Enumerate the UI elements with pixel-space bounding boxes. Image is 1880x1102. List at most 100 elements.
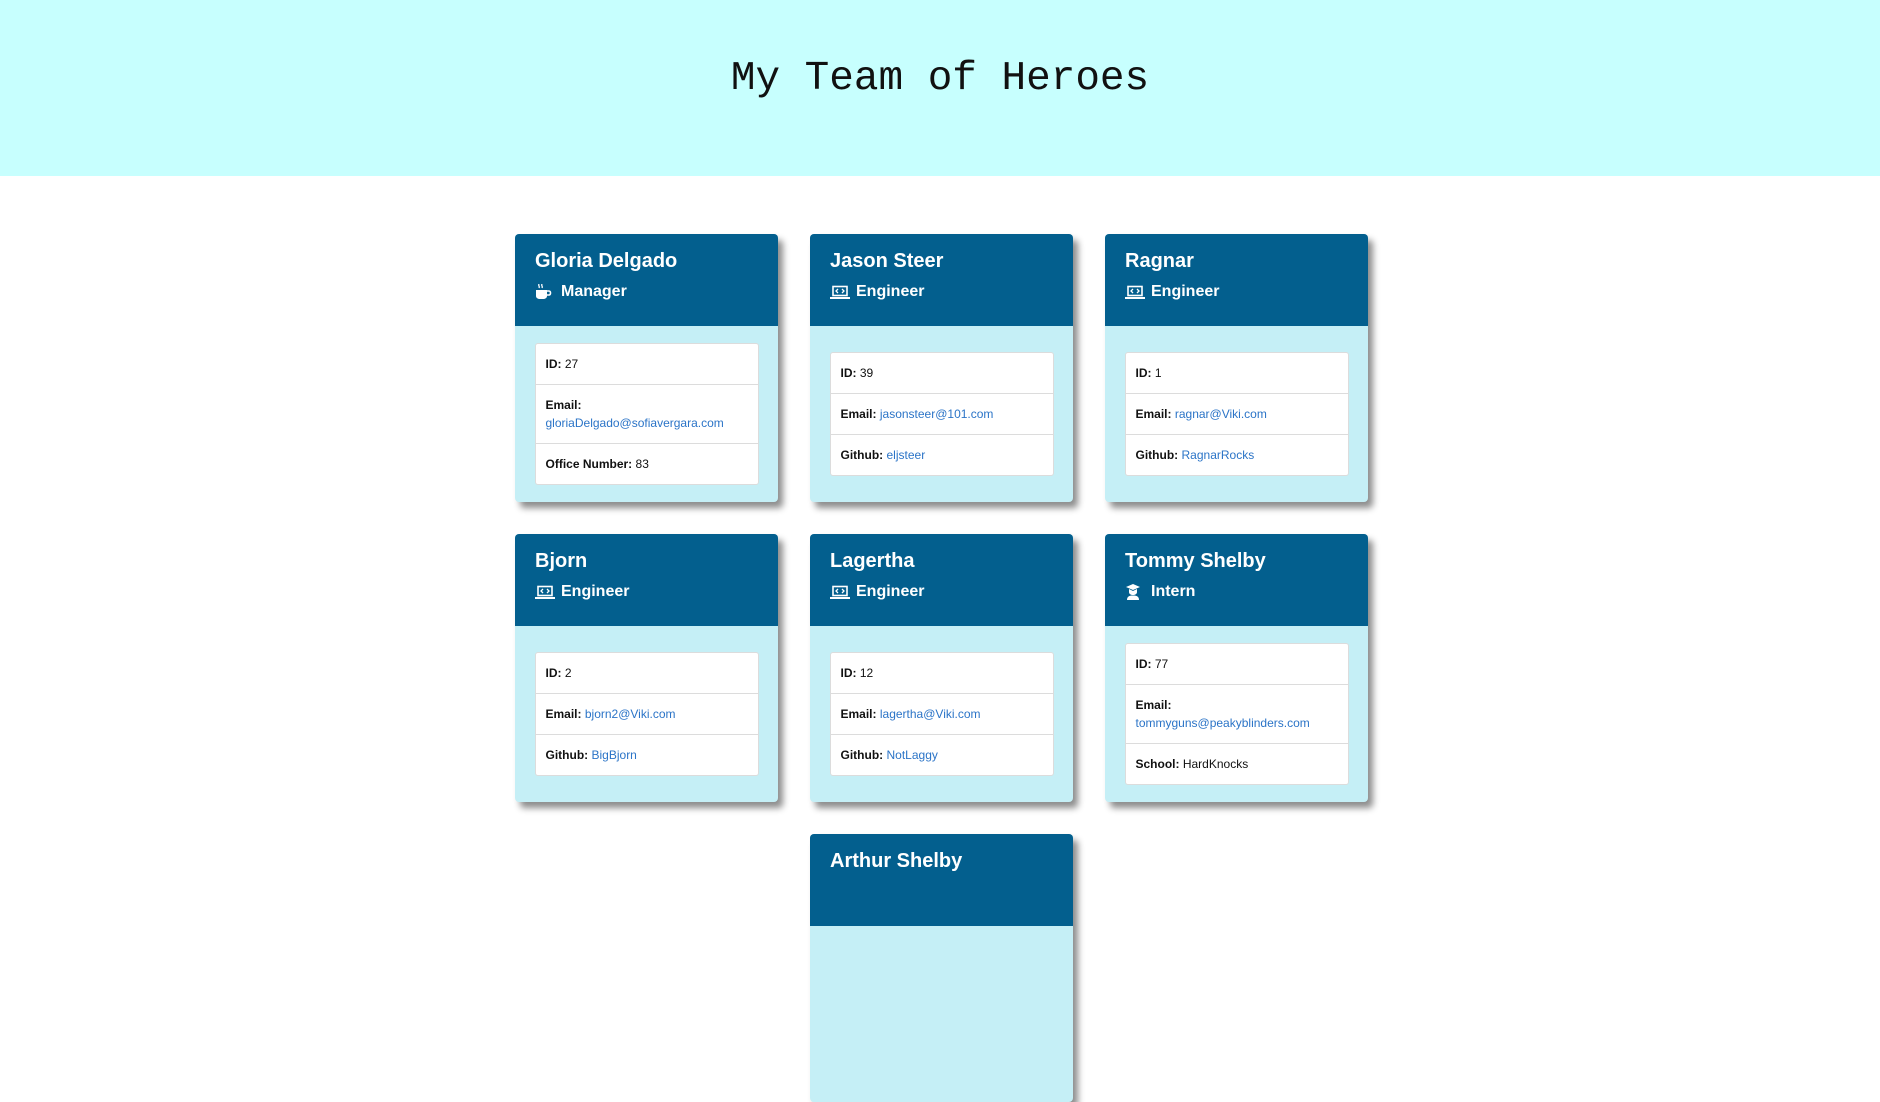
list-item: Email: bjorn2@Viki.com [535,694,758,735]
role-label: Engineer [856,283,925,300]
card-body: ID: 27 Email: gloriaDelgado@sofiavergara… [515,326,778,502]
list-item: Github: NotLaggy [831,735,1053,775]
email-link[interactable]: tommyguns@peakyblinders.com [1136,716,1310,730]
laptop-code-icon [830,583,852,601]
list-item: School: HardKnocks [1126,744,1348,784]
id-value: 1 [1154,366,1162,380]
role-label: Manager [561,283,627,300]
id-label: ID: [1135,657,1152,671]
github-label: Github: [1135,448,1179,462]
school-value: HardKnocks [1182,757,1249,771]
list-item: Email: ragnar@Viki.com [1125,394,1348,435]
details-list: ID: 27 Email: gloriaDelgado@sofiavergara… [534,343,759,485]
laptop-code-icon [1125,283,1147,301]
employee-name: Tommy Shelby [1125,550,1266,572]
card-header: Ragnar Engineer [1105,234,1368,326]
email-link[interactable]: bjorn2@Viki.com [585,707,676,721]
id-value: 2 [564,666,572,680]
team-grid: Gloria Delgado Manager ID: 27 Email: glo… [0,176,1880,1102]
details-list: ID: 2 Email: bjorn2@Viki.com Github: Big… [534,652,759,776]
office-number-value: 83 [635,457,649,471]
github-label: Github: [840,748,884,762]
email-label: Email: [840,707,877,721]
id-label: ID: [840,366,857,380]
employee-role: Engineer [830,282,1053,302]
email-label: Email: [840,407,877,421]
employee-card: Bjorn Engineer ID: 2 Email: bjorn2@Viki.… [515,534,778,802]
employee-name: Ragnar [1125,250,1194,272]
list-item: ID: 1 [1125,353,1348,394]
email-link[interactable]: gloriaDelgado@sofiavergara.com [546,416,724,430]
github-link[interactable]: RagnarRocks [1182,448,1255,462]
card-header: Jason Steer Engineer [810,234,1073,326]
employee-card: Lagertha Engineer ID: 12 Email: lagertha… [810,534,1073,802]
email-label: Email: [1135,407,1172,421]
list-item: Github: RagnarRocks [1126,435,1348,475]
id-value: 12 [859,666,874,680]
employee-name: Bjorn [535,550,588,572]
page-title: My Team of Heroes [730,56,1150,102]
id-value: 77 [1154,657,1169,671]
list-item: Email: gloriaDelgado@sofiavergara.com [535,385,758,444]
employee-card: Ragnar Engineer ID: 1 Email: ragnar@Viki… [1105,234,1368,502]
list-item: ID: 39 [830,353,1053,394]
employee-card: Gloria Delgado Manager ID: 27 Email: glo… [515,234,778,502]
card-header: Bjorn Engineer [515,534,778,626]
card-body: ID: 77 Email: tommyguns@peakyblinders.co… [1105,626,1368,802]
graduate-icon [1125,583,1147,601]
card-body: ID: 1 Email: ragnar@Viki.com Github: Rag… [1105,326,1368,502]
github-label: Github: [840,448,884,462]
id-label: ID: [545,357,562,371]
role-label: Engineer [561,583,630,600]
mug-icon [535,283,557,301]
details-list: ID: 39 Email: jasonsteer@101.com Github:… [829,352,1054,476]
employee-name: Lagertha [830,550,915,572]
employee-card: Jason Steer Engineer ID: 39 Email: jason… [810,234,1073,502]
id-label: ID: [840,666,857,680]
github-link[interactable]: NotLaggy [887,748,938,762]
email-link[interactable]: lagertha@Viki.com [880,707,981,721]
id-label: ID: [545,666,562,680]
card-body: ID: 2 Email: bjorn2@Viki.com Github: Big… [515,626,778,802]
role-label: Engineer [856,583,925,600]
list-item: ID: 27 [535,344,758,385]
employee-card: Tommy Shelby Intern ID: 77 Email: tommyg… [1105,534,1368,802]
id-label: ID: [1135,366,1152,380]
list-item: Email: lagertha@Viki.com [830,694,1053,735]
employee-card: Arthur Shelby [810,834,1073,1102]
card-header: Arthur Shelby [810,834,1073,926]
card-header: Gloria Delgado Manager [515,234,778,326]
employee-name: Jason Steer [830,250,944,272]
school-label: School: [1135,757,1180,771]
list-item: ID: 2 [535,653,758,694]
laptop-code-icon [830,283,852,301]
id-value: 39 [859,366,874,380]
list-item: ID: 12 [830,653,1053,694]
employee-name: Gloria Delgado [535,250,678,272]
list-item: Email: tommyguns@peakyblinders.com [1125,685,1348,744]
card-header: Tommy Shelby Intern [1105,534,1368,626]
list-item: Github: eljsteer [831,435,1053,475]
list-item: Github: BigBjorn [536,735,758,775]
list-item: ID: 77 [1125,644,1348,685]
email-label: Email: [545,398,582,412]
details-list: ID: 1 Email: ragnar@Viki.com Github: Rag… [1124,352,1349,476]
details-list: ID: 12 Email: lagertha@Viki.com Github: … [829,652,1054,776]
email-link[interactable]: jasonsteer@101.com [880,407,994,421]
laptop-code-icon [535,583,557,601]
employee-name: Arthur Shelby [830,850,963,872]
github-link[interactable]: BigBjorn [592,748,637,762]
list-item: Email: jasonsteer@101.com [830,394,1053,435]
email-link[interactable]: ragnar@Viki.com [1175,407,1267,421]
employee-role: Manager [535,282,758,302]
office-number-label: Office Number: [545,457,633,471]
email-label: Email: [545,707,582,721]
id-value: 27 [564,357,579,371]
github-link[interactable]: eljsteer [887,448,926,462]
employee-role: Engineer [1125,282,1348,302]
page-header: My Team of Heroes [0,0,1880,176]
list-item: Office Number: 83 [536,444,758,484]
email-label: Email: [1135,698,1172,712]
card-body: ID: 12 Email: lagertha@Viki.com Github: … [810,626,1073,802]
role-label: Intern [1151,583,1196,600]
